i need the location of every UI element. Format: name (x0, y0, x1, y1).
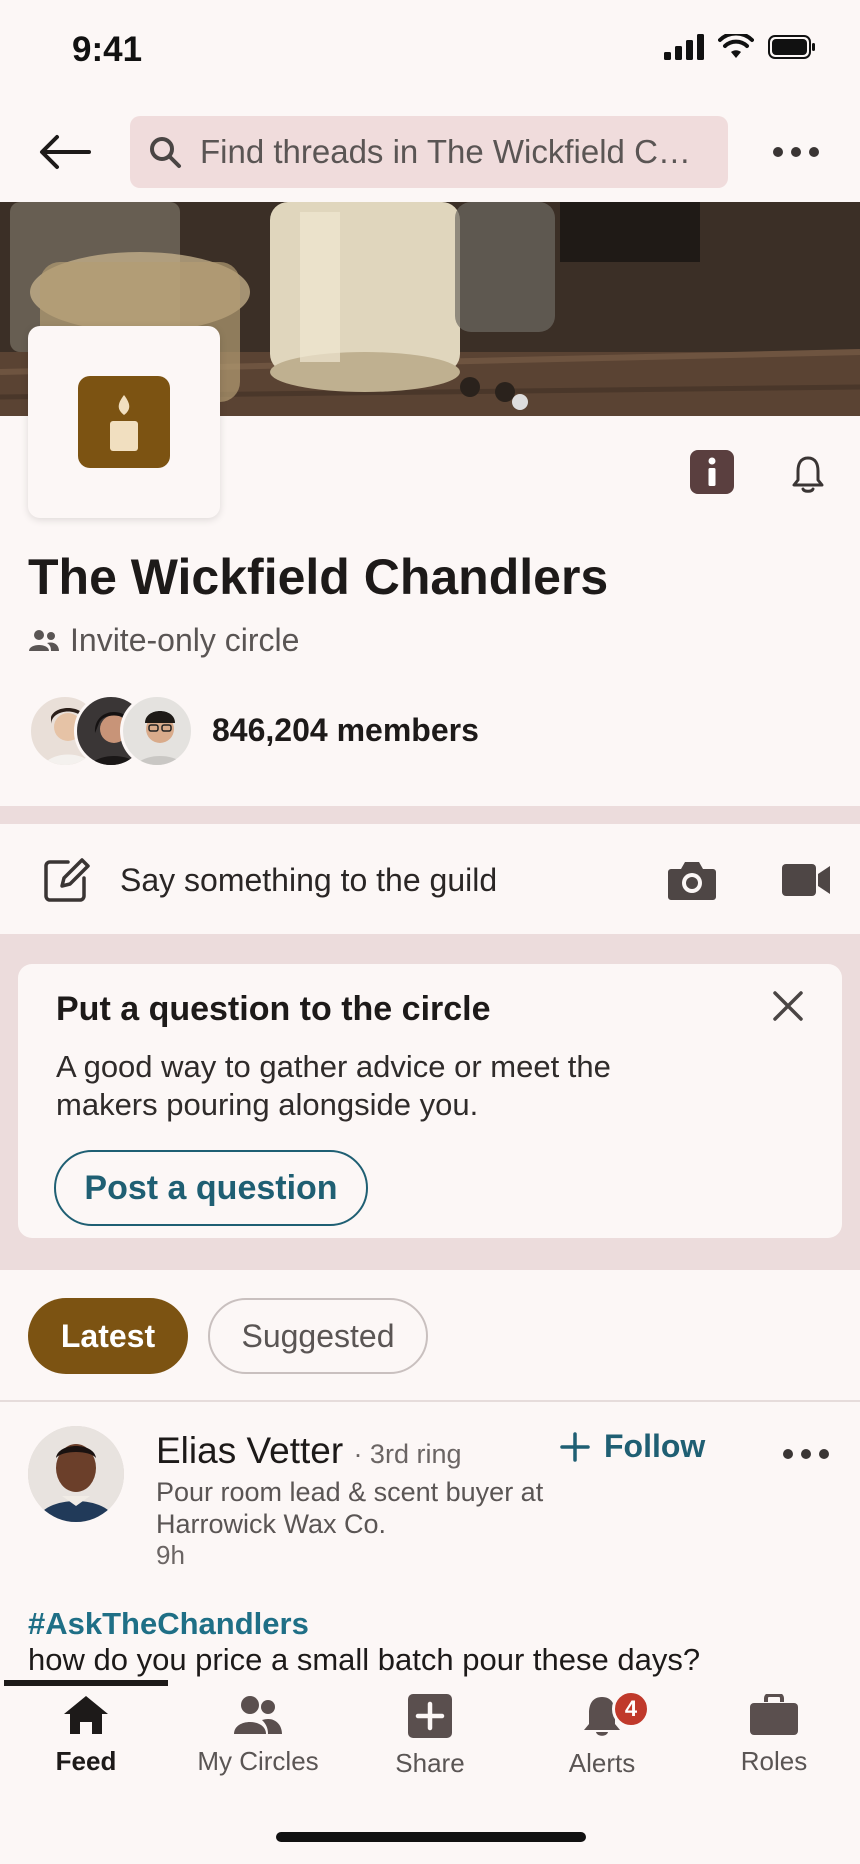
status-time: 9:41 (72, 30, 143, 69)
arrow-left-icon (40, 135, 91, 169)
composer-input[interactable]: Say something to the guild (120, 862, 497, 899)
info-button[interactable] (690, 450, 734, 494)
author-name: Elias Vetter (156, 1430, 344, 1471)
back-button[interactable] (36, 126, 94, 178)
plus-square-icon (408, 1694, 452, 1738)
follow-button[interactable]: Follow (560, 1428, 705, 1465)
nav-roles[interactable]: Roles (688, 1694, 860, 1777)
nav-my-circles[interactable]: My Circles (172, 1694, 344, 1777)
group-privacy-label: Invite-only circle (70, 622, 300, 658)
compose-icon[interactable] (42, 856, 90, 904)
camera-button[interactable] (666, 856, 718, 904)
search-input[interactable]: Find threads in The Wickfield Ch... (130, 116, 728, 188)
avatar (120, 694, 194, 768)
follow-label: Follow (604, 1428, 706, 1464)
notifications-bell-button[interactable] (786, 452, 830, 496)
filter-latest[interactable]: Latest (28, 1298, 188, 1374)
nav-label: Feed (55, 1746, 117, 1776)
search-icon (150, 137, 181, 168)
nav-label: Alerts (568, 1748, 636, 1778)
video-camera-icon (782, 864, 830, 896)
search-placeholder: Find threads in The Wickfield Ch... (200, 133, 700, 170)
member-avatars[interactable] (28, 694, 196, 770)
people-icon (234, 1696, 282, 1734)
video-button[interactable] (780, 856, 832, 904)
plus-icon (560, 1431, 590, 1462)
nav-share[interactable]: Share (344, 1694, 516, 1779)
info-icon (708, 457, 716, 486)
home-icon (64, 1696, 108, 1734)
group-logo (28, 326, 220, 518)
bell-icon (792, 456, 824, 493)
post-more-button[interactable] (782, 1444, 830, 1464)
nav-alerts[interactable]: 4 Alerts (516, 1690, 688, 1779)
member-count[interactable]: 846,204 members (212, 712, 479, 749)
post-timestamp: 9h (156, 1540, 185, 1570)
prompt-body: A good way to gather advice or meet the … (56, 1049, 611, 1122)
post-body: how do you price a small batch pour thes… (28, 1642, 701, 1677)
more-options-button[interactable] (768, 132, 824, 172)
camera-icon (668, 862, 716, 900)
group-title: The Wickfield Chandlers (28, 549, 609, 605)
author-headline: Pour room lead & scent buyer at Harrowic… (156, 1477, 544, 1539)
post-hashtag[interactable]: #AskTheChandlers (28, 1606, 309, 1642)
divider (0, 1400, 860, 1402)
status-icons (664, 34, 816, 60)
filter-suggested[interactable]: Suggested (208, 1298, 428, 1374)
close-button[interactable] (764, 982, 812, 1030)
nav-label: My Circles (197, 1746, 319, 1776)
cellular-signal-icon (664, 34, 704, 60)
more-horizontal-icon (773, 147, 819, 157)
connection-degree: · 3rd ring (353, 1439, 462, 1469)
candle-logo-icon (78, 376, 170, 468)
people-icon (29, 629, 59, 651)
alerts-badge: 4 (612, 1690, 650, 1728)
nav-label: Share (395, 1748, 465, 1778)
author-avatar[interactable] (28, 1426, 124, 1522)
prompt-title: Put a question to the circle (56, 990, 491, 1028)
home-indicator (276, 1832, 586, 1842)
section-divider (0, 806, 860, 824)
post-question-button[interactable]: Post a question (54, 1150, 368, 1226)
group-privacy: Invite-only circle (28, 622, 299, 659)
post-author[interactable]: Elias Vetter · 3rd ring (156, 1430, 461, 1472)
active-tab-indicator (4, 1680, 168, 1686)
more-horizontal-icon (783, 1449, 829, 1459)
battery-icon (768, 35, 815, 59)
close-icon (773, 991, 803, 1021)
briefcase-icon (750, 1694, 798, 1735)
wifi-icon (718, 34, 754, 58)
nav-label: Roles (740, 1746, 808, 1776)
nav-feed[interactable]: Feed (0, 1694, 172, 1777)
